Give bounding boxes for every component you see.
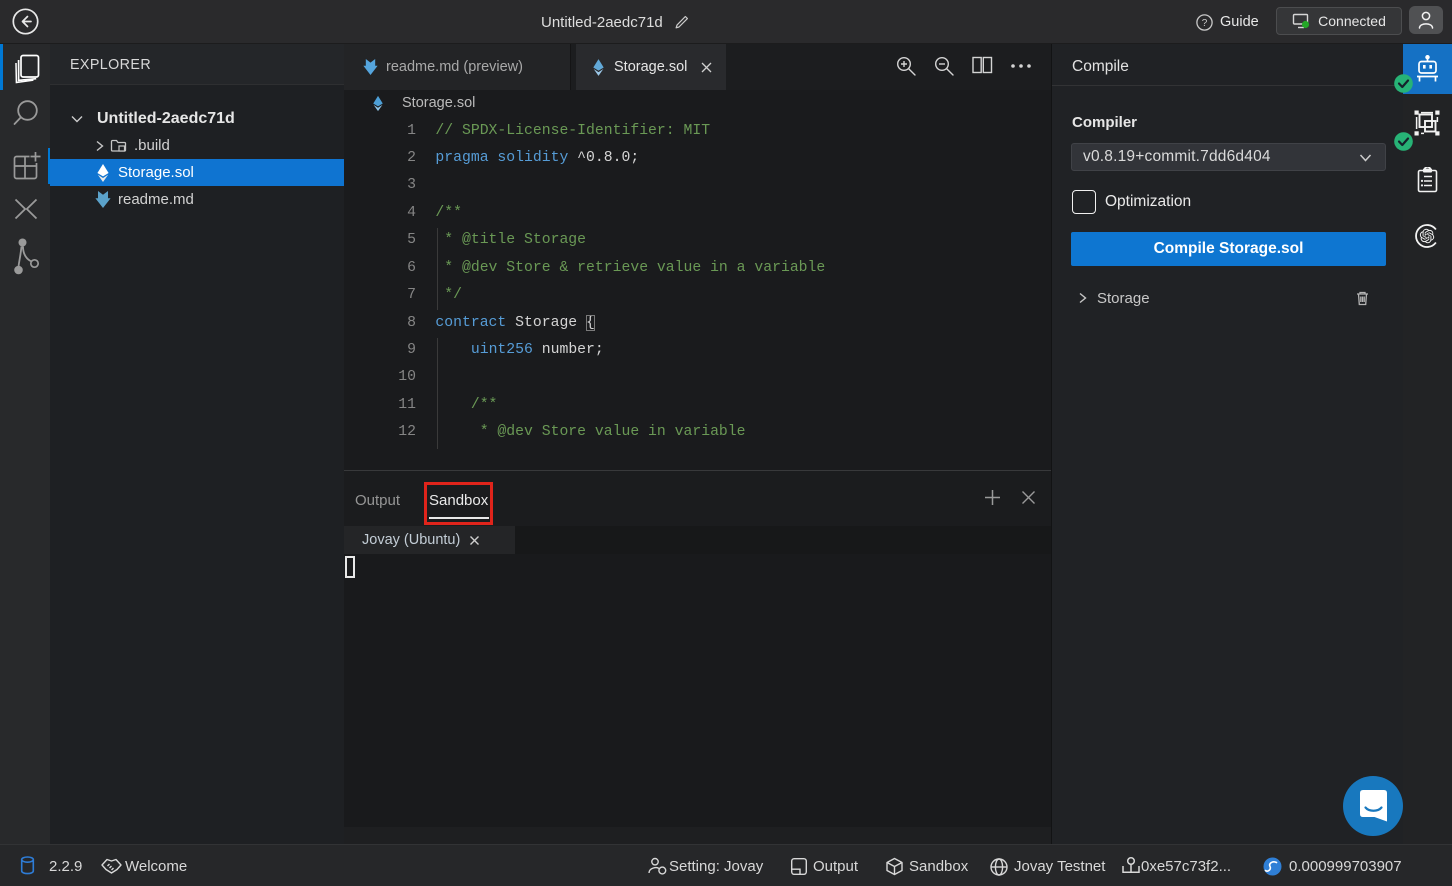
svg-text:?: ?	[1202, 18, 1208, 29]
